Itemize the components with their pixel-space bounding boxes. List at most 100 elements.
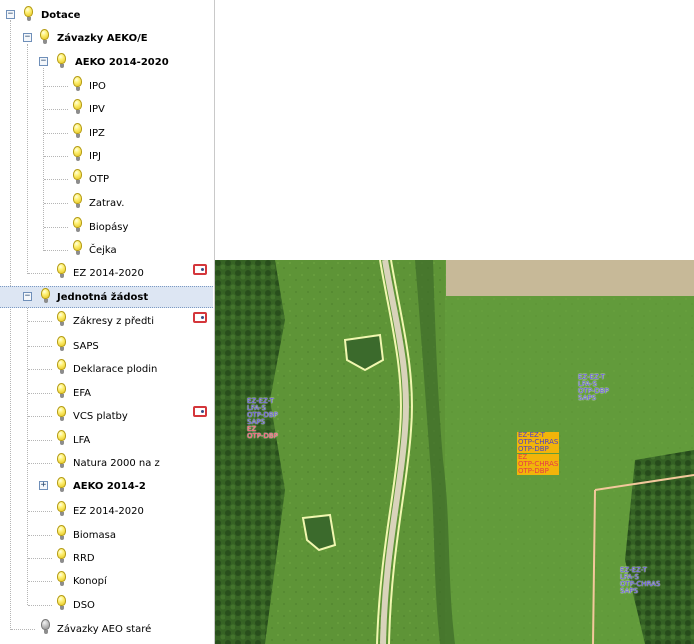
legend-icon[interactable] [193, 264, 207, 275]
layer-visibility-bulb-icon[interactable] [57, 453, 66, 468]
tree-node-jednotna-zadost[interactable]: − Jednotná žádost [0, 286, 213, 308]
tree-node-deklarace-plodin[interactable]: Deklarace plodin [0, 358, 213, 380]
tree-guide [28, 463, 52, 464]
tree-node-ipj[interactable]: IPJ [0, 145, 213, 167]
expand-toggle-icon[interactable]: + [39, 481, 48, 490]
tree-node-dso[interactable]: DSO [0, 594, 213, 616]
layer-visibility-bulb-icon[interactable] [41, 619, 50, 634]
tree-guide [44, 227, 68, 228]
tree-node-label: SAPS [73, 341, 99, 352]
parcel-label[interactable]: EZ-EZ-T LFA-S OTP-DBP SAPS [578, 374, 609, 402]
legend-icon[interactable] [193, 312, 207, 323]
layer-visibility-bulb-icon[interactable] [57, 595, 66, 610]
tree-node-ipo[interactable]: IPO [0, 75, 213, 97]
layer-visibility-bulb-icon[interactable] [57, 571, 66, 586]
layer-visibility-bulb-icon[interactable] [57, 53, 66, 68]
tree-node-saps[interactable]: SAPS [0, 335, 213, 357]
tree-node-biopasy[interactable]: Biopásy [0, 216, 213, 238]
tree-node-otp[interactable]: OTP [0, 168, 213, 190]
tree-guide [28, 273, 52, 274]
layer-visibility-bulb-icon[interactable] [73, 146, 82, 161]
tree-node-biomasa[interactable]: Biomasa [0, 524, 213, 546]
bare-field [446, 260, 694, 296]
parcel-label[interactable]: EZ-EZ-T LFA-S OTP-CHRAS SAPS [620, 567, 660, 595]
tree-guide [44, 250, 68, 251]
tree-guide [44, 179, 68, 180]
tree-node-zavazky-aeo-stare[interactable]: Závazky AEO staré [0, 618, 213, 640]
tree-node-label: OTP [89, 174, 110, 185]
layer-visibility-bulb-icon[interactable] [57, 383, 66, 398]
map-view[interactable]: EZ-EZ-T LFA-S OTP-DBP SAPS EZ OTP-DBP EZ… [215, 260, 694, 644]
tree-node-label: Zatrav. [89, 198, 125, 209]
parcel-label-line: OTP-DBP [518, 467, 549, 475]
tree-node-zatrav[interactable]: Zatrav. [0, 192, 213, 214]
layer-visibility-bulb-icon[interactable] [57, 430, 66, 445]
layer-visibility-bulb-icon[interactable] [57, 359, 66, 374]
layer-visibility-bulb-icon[interactable] [57, 336, 66, 351]
tree-node-label: EZ 2014-2020 [73, 506, 144, 517]
collapse-toggle-icon[interactable]: − [23, 292, 32, 301]
tree-node-lfa[interactable]: LFA [0, 429, 213, 451]
tree-node-dotace[interactable]: − Dotace [0, 5, 213, 27]
layer-visibility-bulb-icon[interactable] [57, 477, 66, 492]
parcel-label-line: OTP-DBP [518, 445, 549, 453]
tree-guide [28, 321, 52, 322]
tree-node-rrd[interactable]: RRD [0, 547, 213, 569]
collapse-toggle-icon[interactable]: − [39, 57, 48, 66]
tree-guide [28, 346, 52, 347]
tree-node-cejka[interactable]: Čejka [0, 239, 213, 261]
layer-visibility-bulb-icon[interactable] [57, 548, 66, 563]
tree-node-label: Jednotná žádost [57, 292, 149, 303]
layer-visibility-bulb-icon[interactable] [73, 123, 82, 138]
layer-visibility-bulb-icon[interactable] [73, 76, 82, 91]
tree-guide [44, 203, 68, 204]
tree-node-label: Závazky AEO staré [57, 624, 152, 635]
tree-node-ez-2014-2020-jz[interactable]: EZ 2014-2020 [0, 500, 213, 522]
layer-visibility-bulb-icon[interactable] [73, 193, 82, 208]
layer-visibility-bulb-icon[interactable] [73, 99, 82, 114]
parcel-label-highlighted[interactable]: EZ-EZ-T OTP-CHRAS OTP-DBP EZ OTP-CHRAS O… [517, 432, 560, 475]
layer-visibility-bulb-icon[interactable] [73, 240, 82, 255]
layer-visibility-bulb-icon[interactable] [57, 311, 66, 326]
layer-visibility-bulb-icon[interactable] [40, 29, 49, 44]
layer-visibility-bulb-icon[interactable] [57, 501, 66, 516]
tree-node-ipz[interactable]: IPZ [0, 122, 213, 144]
layer-visibility-bulb-icon[interactable] [41, 288, 50, 303]
tree-node-label: DSO [73, 600, 95, 611]
layer-tree-panel: − Dotace − Závazky AEKO/E − AEKO 2014-20… [0, 0, 215, 644]
layer-visibility-bulb-icon[interactable] [73, 217, 82, 232]
tree-node-efa[interactable]: EFA [0, 382, 213, 404]
collapse-toggle-icon[interactable]: − [6, 10, 15, 19]
tree-node-vcs-platby[interactable]: VCS platby [0, 405, 213, 427]
tree-node-konopi[interactable]: Konopí [0, 570, 213, 592]
tree-node-zavazky-aeko-e[interactable]: − Závazky AEKO/E [0, 28, 213, 50]
tree-guide [28, 416, 52, 417]
tree-node-label: IPV [89, 104, 105, 115]
tree-node-label: EZ 2014-2020 [73, 268, 144, 279]
tree-guide [28, 535, 52, 536]
tree-node-label: Deklarace plodin [73, 364, 158, 375]
tree-node-aeko-2014-2020[interactable]: − AEKO 2014-2020 [0, 52, 213, 74]
layer-visibility-bulb-icon[interactable] [57, 525, 66, 540]
tree-node-label: IPO [89, 81, 106, 92]
tree-guide [28, 605, 52, 606]
legend-icon[interactable] [193, 406, 207, 417]
tree-node-aeko-2014-2[interactable]: + AEKO 2014-2 [0, 476, 213, 498]
tree-node-label: Dotace [41, 10, 81, 21]
tree-node-ez-2014-2020[interactable]: EZ 2014-2020 [0, 262, 213, 284]
layer-visibility-bulb-icon[interactable] [57, 263, 66, 278]
parcel-label[interactable]: EZ-EZ-T LFA-S OTP-DBP SAPS EZ OTP-DBP [247, 398, 278, 440]
layer-visibility-bulb-icon[interactable] [73, 169, 82, 184]
layer-visibility-bulb-icon[interactable] [24, 6, 33, 21]
layer-visibility-bulb-icon[interactable] [57, 406, 66, 421]
tree-node-natura-2000[interactable]: Natura 2000 na z [0, 452, 213, 474]
tree-guide [28, 440, 52, 441]
collapse-toggle-icon[interactable]: − [23, 33, 32, 42]
parcel-label-line: SAPS [578, 394, 597, 402]
tree-node-label: IPJ [89, 151, 101, 162]
tree-guide [28, 511, 52, 512]
tree-node-zakresy-z-predti[interactable]: Zákresy z předti [0, 310, 213, 332]
tree-node-label: Konopí [73, 576, 107, 587]
tree-node-label: Biomasa [73, 530, 116, 541]
tree-node-ipv[interactable]: IPV [0, 98, 213, 120]
